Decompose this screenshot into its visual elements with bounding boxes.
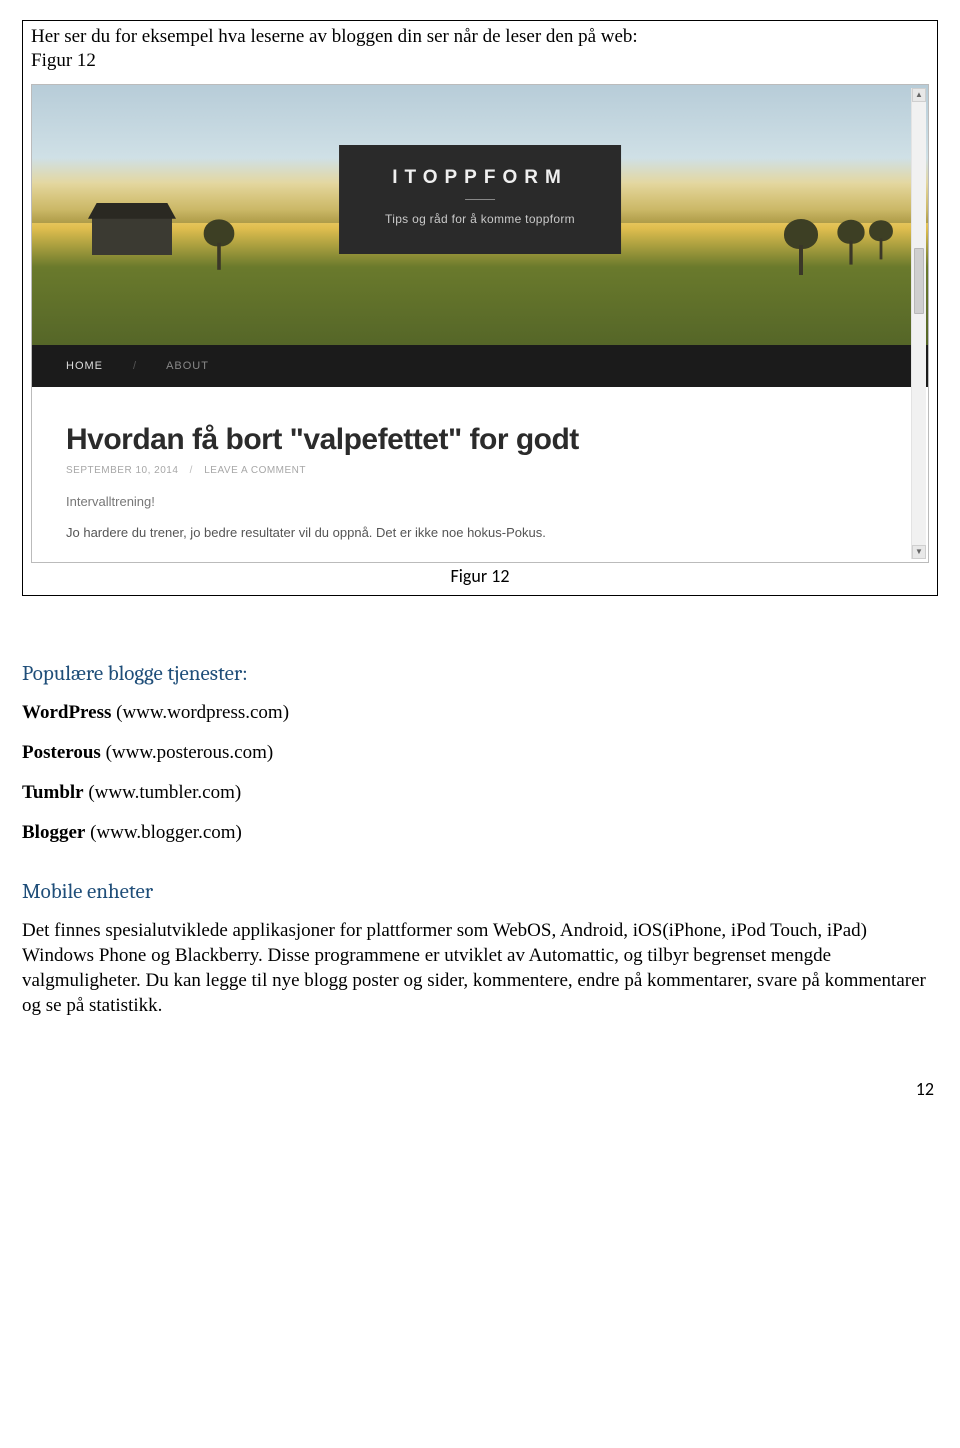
post-date[interactable]: SEPTEMBER 10, 2014	[66, 465, 178, 476]
hero-card: ITOPPFORM Tips og råd for å komme toppfo…	[339, 145, 621, 254]
post-body-line1: Intervalltrening!	[66, 494, 894, 509]
post-meta: SEPTEMBER 10, 2014 / LEAVE A COMMENT	[66, 465, 894, 476]
nav-separator: /	[133, 360, 136, 372]
nav-home[interactable]: HOME	[66, 360, 103, 372]
service-url: (www.posterous.com)	[106, 742, 274, 763]
post-title[interactable]: Hvordan få bort "valpefettet" for godt	[66, 423, 894, 457]
service-url: (www.blogger.com)	[90, 822, 242, 843]
service-blogger: Blogger (www.blogger.com)	[22, 822, 938, 844]
chevron-up-icon: ▲	[915, 90, 923, 99]
site-title[interactable]: ITOPPFORM	[385, 167, 575, 189]
service-name: Tumblr	[22, 782, 84, 803]
service-name: Blogger	[22, 822, 85, 843]
service-posterous: Posterous (www.posterous.com)	[22, 742, 938, 764]
tree-decoration	[869, 214, 893, 259]
chevron-down-icon: ▼	[915, 547, 923, 556]
vertical-scrollbar[interactable]: ▲ ▼	[911, 88, 926, 559]
leave-comment-link[interactable]: LEAVE A COMMENT	[204, 465, 306, 476]
barn-decoration	[92, 217, 172, 255]
scrollbar-thumb[interactable]	[914, 248, 924, 314]
service-url: (www.tumbler.com)	[88, 782, 241, 803]
tree-decoration	[837, 213, 864, 264]
service-tumblr: Tumblr (www.tumbler.com)	[22, 782, 938, 804]
site-tagline: Tips og råd for å komme toppform	[385, 212, 575, 226]
blog-screenshot: ITOPPFORM Tips og råd for å komme toppfo…	[31, 84, 929, 563]
nav-about[interactable]: ABOUT	[166, 360, 209, 372]
service-name: Posterous	[22, 742, 101, 763]
figure-caption: Figur 12	[31, 565, 929, 587]
mobile-paragraph: Det finnes spesialutviklede applikasjone…	[22, 918, 938, 1018]
service-name: WordPress	[22, 702, 111, 723]
scroll-up-button[interactable]: ▲	[912, 88, 926, 102]
page-number: 12	[0, 1022, 960, 1118]
post-area: Hvordan få bort "valpefettet" for godt S…	[32, 387, 928, 562]
tree-decoration	[204, 212, 235, 270]
popular-heading: Populære blogge tjenester:	[22, 662, 938, 686]
mobile-heading: Mobile enheter	[22, 880, 938, 904]
hero-banner: ITOPPFORM Tips og råd for å komme toppfo…	[32, 85, 928, 345]
nav-bar: HOME / ABOUT	[32, 345, 928, 387]
scroll-down-button[interactable]: ▼	[912, 545, 926, 559]
tree-decoration	[784, 211, 818, 275]
intro-text: Her ser du for eksempel hva leserne av b…	[31, 25, 929, 50]
post-body-line2: Jo hardere du trener, jo bedre resultate…	[66, 525, 894, 540]
intro-frame: Her ser du for eksempel hva leserne av b…	[22, 20, 938, 596]
figure-label-top: Figur 12	[31, 50, 929, 72]
service-wordpress: WordPress (www.wordpress.com)	[22, 702, 938, 724]
service-url: (www.wordpress.com)	[116, 702, 289, 723]
